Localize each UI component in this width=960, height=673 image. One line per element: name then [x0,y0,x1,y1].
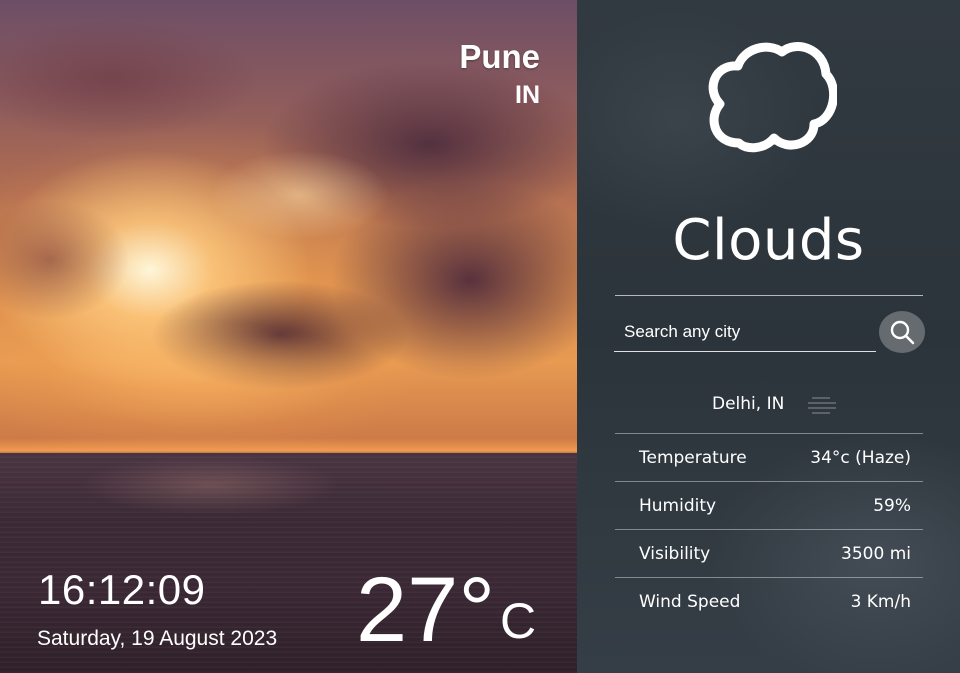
current-date: Saturday, 19 August 2023 [37,627,278,650]
weather-app: Pune IN 16:12:09 Saturday, 19 August 202… [0,0,960,673]
hero-panel: Pune IN 16:12:09 Saturday, 19 August 202… [0,0,577,673]
current-time: 16:12:09 [38,566,206,613]
stat-temperature: Temperature 34°c (Haze) [615,433,923,482]
stat-value: 3500 mi [841,544,911,564]
city-name: Pune [459,38,540,75]
stat-value: 34°c (Haze) [810,448,911,468]
stat-value: 3 Km/h [850,592,911,612]
weather-condition: Clouds [672,208,865,273]
weather-info-panel: Clouds Delhi, IN Temperature 34°c ( [577,0,960,673]
stat-label: Temperature [639,448,747,468]
sea-reflection [80,455,340,515]
search-icon [890,320,915,345]
stat-label: Wind Speed [639,592,741,612]
stat-wind-speed: Wind Speed 3 Km/h [615,577,923,626]
current-temperature: 27° [356,559,496,661]
stat-label: Visibility [639,544,711,564]
country-code: IN [515,81,540,109]
search-button[interactable] [879,311,925,353]
result-location: Delhi, IN [712,394,785,414]
stat-humidity: Humidity 59% [615,481,923,530]
search-result[interactable]: Delhi, IN [577,390,960,418]
temperature-unit: C [500,593,537,649]
haze-icon [804,393,840,421]
divider [615,295,923,296]
cloud-icon [702,40,839,155]
stat-label: Humidity [639,496,717,516]
search-input[interactable] [614,312,876,352]
stat-visibility: Visibility 3500 mi [615,529,923,578]
stat-value: 59% [873,496,911,516]
